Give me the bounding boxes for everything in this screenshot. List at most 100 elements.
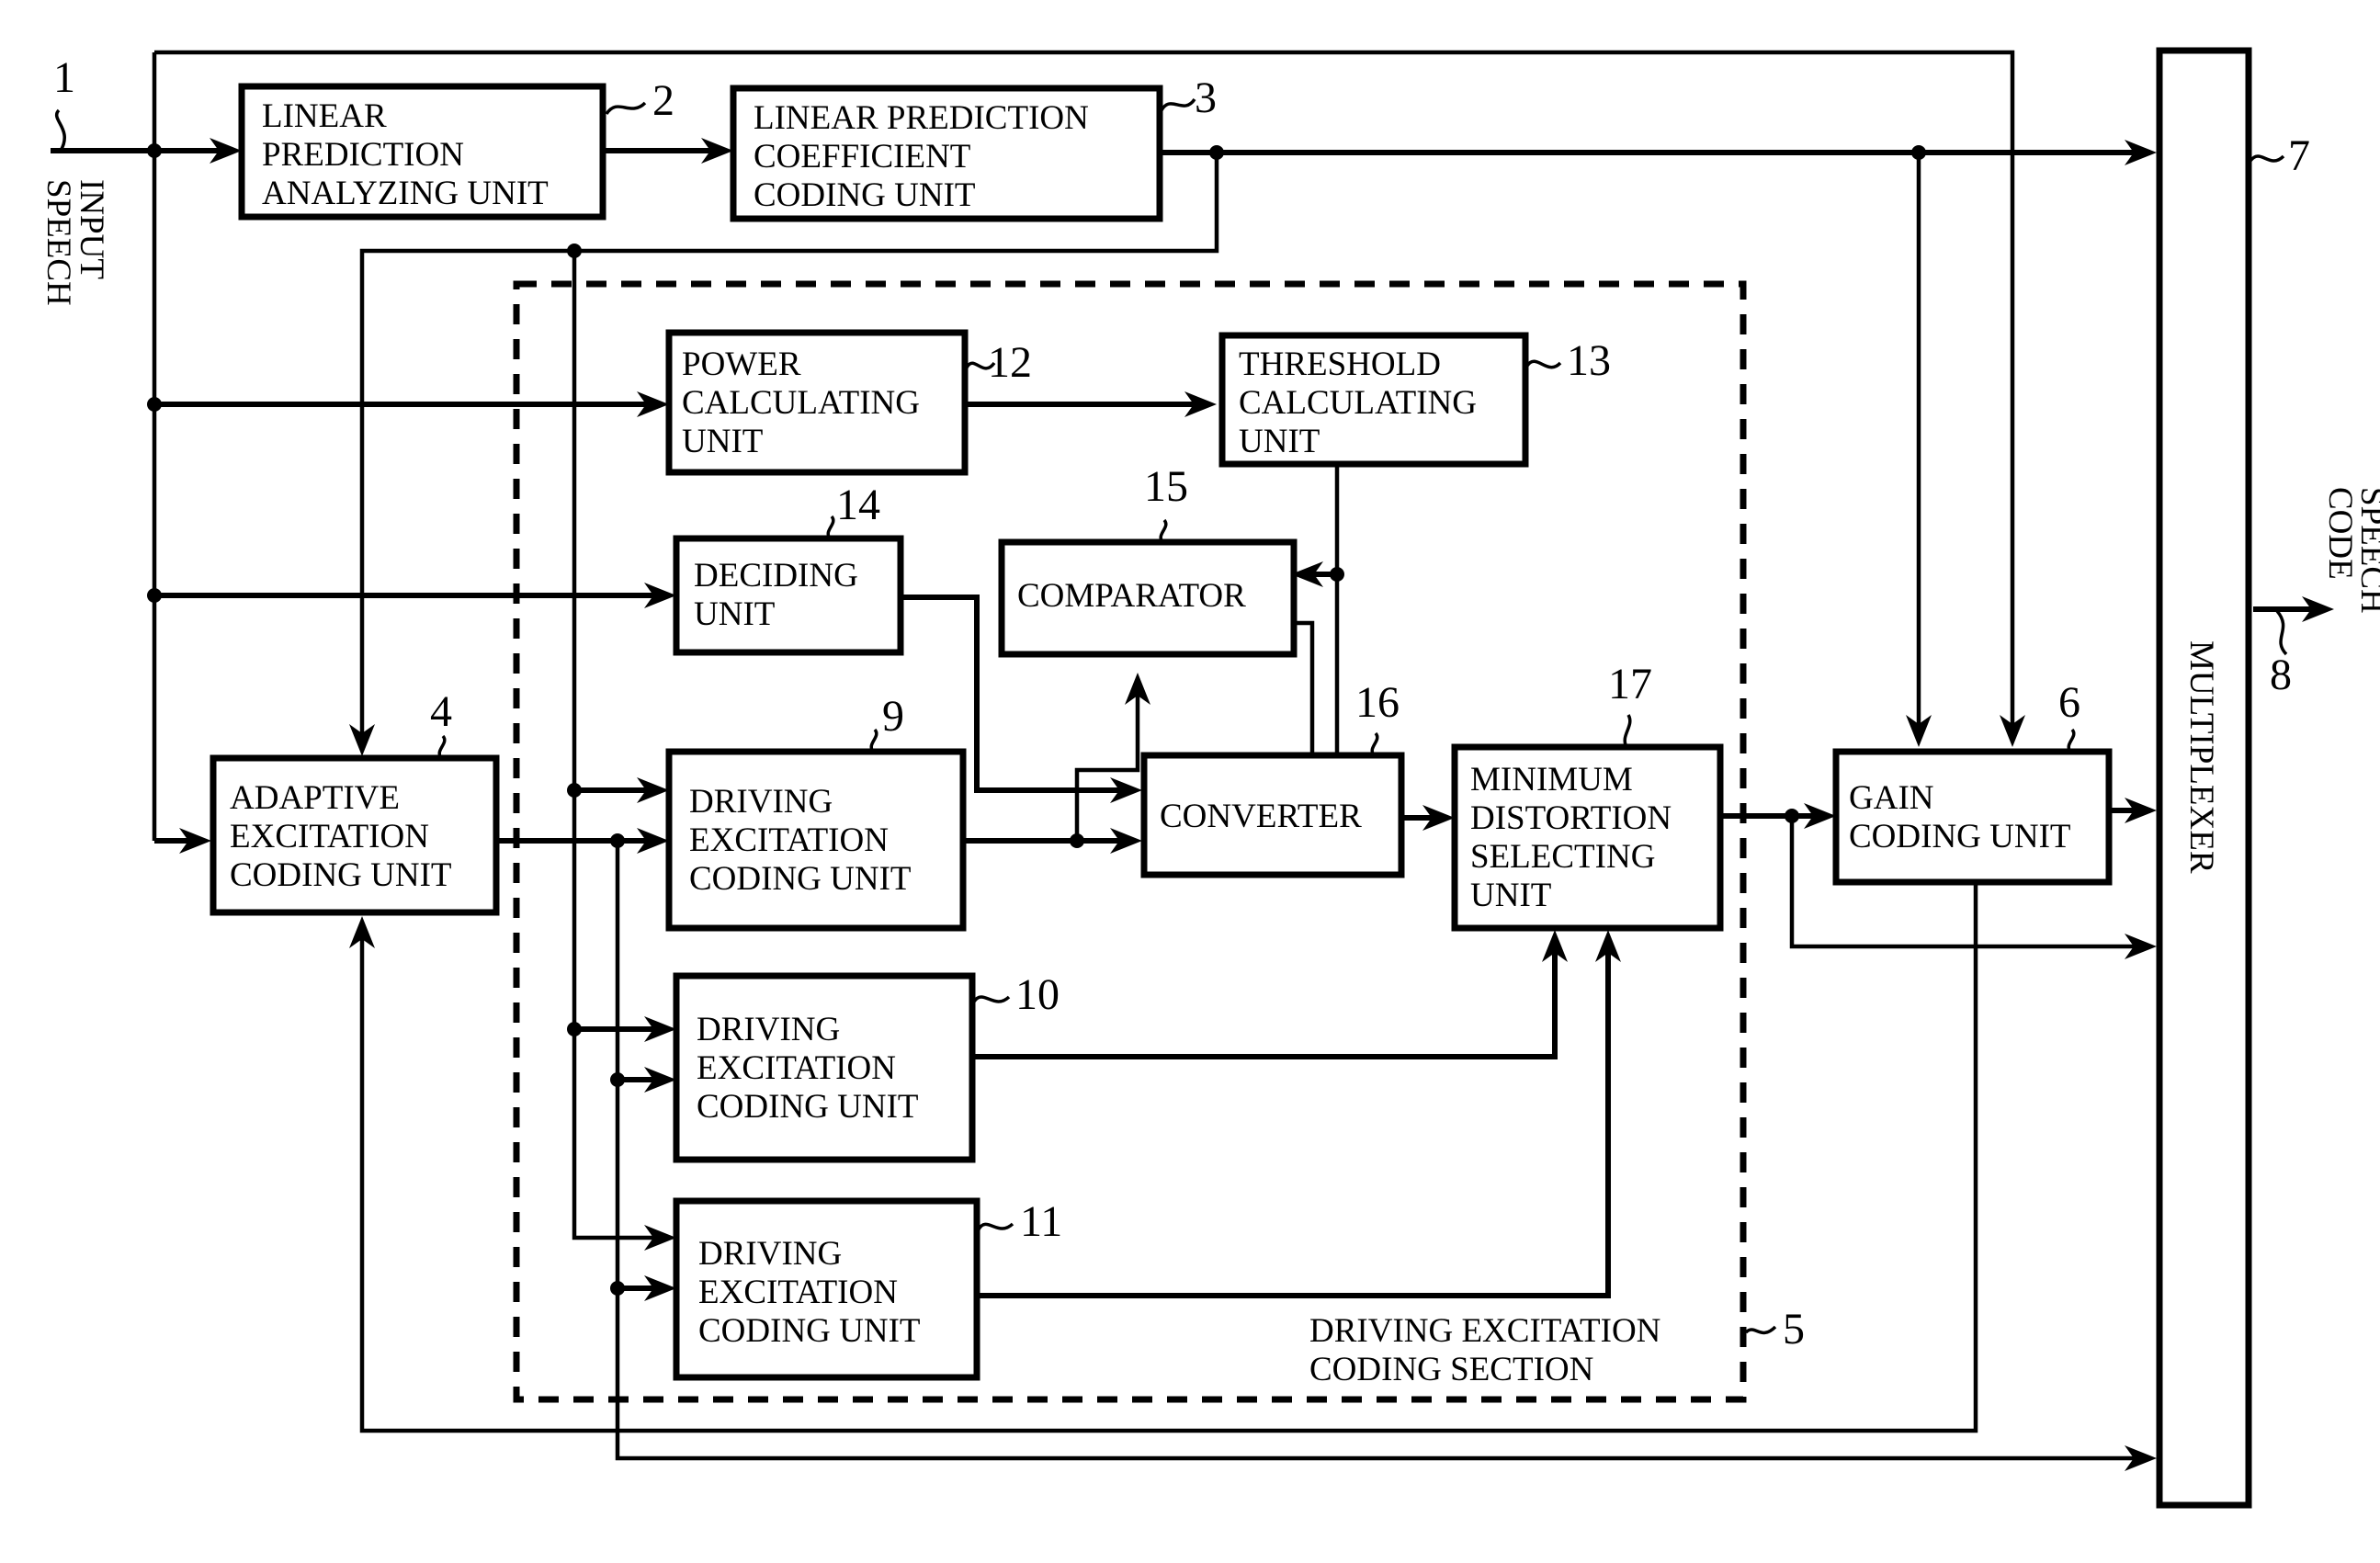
junction-dot bbox=[567, 1022, 582, 1036]
block-label-line: GAIN bbox=[1849, 779, 1933, 817]
block-label-line: DISTORTION bbox=[1470, 799, 1672, 837]
junction-dot bbox=[147, 397, 162, 412]
junction-dot bbox=[610, 1072, 625, 1087]
driving11-to-selector-line bbox=[979, 937, 1611, 1298]
junction-dot bbox=[610, 833, 625, 848]
section-label-line-1: DRIVING EXCITATION bbox=[1309, 1312, 1660, 1350]
block-label-line: UNIT bbox=[1239, 423, 1320, 460]
block-label-line: UNIT bbox=[1470, 877, 1551, 914]
power-calculating-unit: POWER CALCULATING UNIT bbox=[665, 329, 969, 476]
ref-numeral: 16 bbox=[1355, 678, 1400, 727]
junction-dot bbox=[567, 244, 582, 258]
converter-block: CONVERTER bbox=[1140, 752, 1405, 878]
ref-numeral: 2 bbox=[652, 76, 674, 125]
multiplexer: MULTIPLEXER bbox=[2156, 47, 2252, 1509]
section-label-line-2: CODING SECTION bbox=[1309, 1351, 1593, 1388]
leader-squiggle-icon bbox=[1744, 1325, 1777, 1335]
block-label-line: CODING UNIT bbox=[1849, 818, 2071, 855]
leader-squiggle-icon bbox=[1160, 97, 1196, 112]
leader-squiggle-icon bbox=[2275, 609, 2288, 656]
ref-numeral: 9 bbox=[882, 692, 904, 741]
block-label-line: DRIVING bbox=[698, 1235, 842, 1273]
block-label-line: MULTIPLEXER bbox=[2182, 640, 2220, 874]
speech-encoder-block-diagram: LINEAR PREDICTION ANALYZING UNIT LINEAR … bbox=[40, 47, 2380, 1509]
block-label-line: DRIVING bbox=[689, 783, 833, 821]
driving-excitation-coding-unit-10: DRIVING EXCITATION CODING UNIT bbox=[673, 972, 976, 1163]
leader-squiggle-icon bbox=[1623, 714, 1632, 748]
input-speech-label: INPUT SPEECH bbox=[40, 179, 110, 306]
ref-numeral: 6 bbox=[2058, 678, 2080, 727]
ref-numeral: 10 bbox=[1015, 970, 1060, 1019]
driving9-to-comparator-line bbox=[1074, 680, 1140, 841]
block-label-line: CALCULATING bbox=[1239, 384, 1477, 422]
junction-dot bbox=[1785, 809, 1799, 823]
ref-numeral: 1 bbox=[53, 53, 75, 102]
block-label-line: LINEAR PREDICTION bbox=[754, 99, 1089, 137]
block-label-line: SELECTING bbox=[1470, 838, 1655, 876]
driving10-to-selector-line bbox=[974, 937, 1558, 1059]
leader-squiggle-icon bbox=[1525, 359, 1562, 369]
block-label-line: POWER bbox=[682, 345, 801, 383]
block-label-line: EXCITATION bbox=[689, 821, 889, 859]
adaptive-excitation-coding-unit: ADAPTIVE EXCITATION CODING UNIT bbox=[210, 754, 500, 916]
leader-squiggle-icon bbox=[826, 515, 835, 540]
gain-coding-unit: GAIN CODING UNIT bbox=[1832, 748, 2113, 886]
block-label-line: UNIT bbox=[694, 595, 775, 633]
block-label-line: CODING UNIT bbox=[697, 1088, 919, 1126]
leader-squiggle-icon bbox=[437, 734, 447, 760]
leader-squiggle-icon bbox=[869, 728, 878, 753]
ref-numeral: 4 bbox=[430, 687, 452, 736]
gain-feedback-line bbox=[359, 882, 1978, 1433]
ref-numeral: 13 bbox=[1567, 336, 1611, 385]
ref-numeral: 8 bbox=[2270, 651, 2292, 699]
driving-excitation-coding-unit-11: DRIVING EXCITATION CODING UNIT bbox=[673, 1197, 980, 1381]
block-label-line: DRIVING bbox=[697, 1011, 840, 1048]
deciding-unit: DECIDING UNIT bbox=[673, 535, 904, 656]
speech-code-label: SPEECH CODE bbox=[2321, 487, 2380, 614]
ref-numeral: 3 bbox=[1195, 74, 1217, 122]
junction-dot bbox=[567, 783, 582, 798]
junction-dot bbox=[610, 1281, 625, 1296]
junction-dot bbox=[1209, 145, 1224, 160]
block-label-line: THRESHOLD bbox=[1239, 345, 1441, 383]
ref-numeral: 17 bbox=[1608, 660, 1652, 708]
block-label-line: UNIT bbox=[682, 423, 763, 460]
linear-prediction-analyzing-unit: LINEAR PREDICTION ANALYZING UNIT bbox=[238, 83, 606, 221]
block-label-line: EXCITATION bbox=[698, 1274, 898, 1311]
block-label-line: CALCULATING bbox=[682, 384, 920, 422]
threshold-calculating-unit: THRESHOLD CALCULATING UNIT bbox=[1218, 332, 1529, 468]
leader-squiggle-icon bbox=[2249, 154, 2285, 163]
block-label-line: CODING UNIT bbox=[754, 176, 976, 214]
section-label: DRIVING EXCITATION CODING SECTION bbox=[1309, 1312, 1660, 1388]
ref-numeral: 14 bbox=[836, 481, 880, 529]
junction-dot bbox=[147, 143, 162, 158]
block-label-line: COMPARATOR bbox=[1017, 577, 1246, 615]
input-label-line-1: INPUT bbox=[73, 179, 110, 279]
block-label-line: ADAPTIVE bbox=[230, 779, 400, 817]
block-label-line: EXCITATION bbox=[230, 818, 429, 855]
block-label-line: ANALYZING UNIT bbox=[262, 175, 549, 212]
linear-prediction-coefficient-coding-unit: LINEAR PREDICTION COEFFICIENT CODING UNI… bbox=[730, 85, 1163, 222]
junction-dot bbox=[1330, 567, 1344, 582]
block-label-line: CODING UNIT bbox=[689, 860, 912, 898]
junction-dot bbox=[147, 588, 162, 603]
input-label-line-2: SPEECH bbox=[40, 179, 77, 306]
driving-excitation-coding-unit-9: DRIVING EXCITATION CODING UNIT bbox=[665, 748, 967, 932]
leader-squiggle-icon bbox=[2067, 728, 2076, 753]
comparator: COMPARATOR bbox=[998, 538, 1298, 658]
ref-numeral: 12 bbox=[988, 338, 1032, 387]
minimum-distortion-selecting-unit: MINIMUM DISTORTION SELECTING UNIT bbox=[1451, 743, 1724, 932]
leader-squiggle-icon bbox=[972, 995, 1011, 1003]
ref-numeral: 5 bbox=[1783, 1305, 1805, 1353]
block-label-line: PREDICTION bbox=[262, 136, 464, 174]
leader-squiggle-icon bbox=[977, 1222, 1014, 1231]
block-label-line: CONVERTER bbox=[1160, 798, 1362, 835]
junctions bbox=[147, 143, 1926, 1296]
block-label-line: COEFFICIENT bbox=[754, 138, 970, 176]
leader-squiggle-icon bbox=[1370, 731, 1379, 757]
block-label-line: LINEAR bbox=[262, 97, 387, 135]
block-label-line: CODING UNIT bbox=[230, 856, 452, 894]
block-label-line: CODING UNIT bbox=[698, 1312, 921, 1350]
leader-squiggle-icon bbox=[1159, 518, 1168, 544]
ref-numeral: 7 bbox=[2288, 131, 2310, 180]
